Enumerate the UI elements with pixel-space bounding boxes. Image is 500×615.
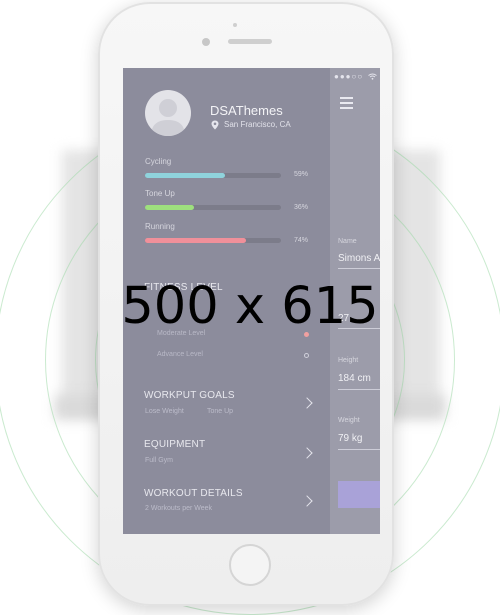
goal-lose-weight: Lose Weight [145,408,184,415]
user-name: DSAThemes [210,103,283,118]
progress-bar-cycling [145,173,281,178]
stat-label-cycling: Cycling [145,157,172,166]
user-location: San Francisco, CA [224,120,291,129]
signal-indicator: ●●●○○ [334,72,364,81]
name-field-underline [338,268,380,269]
level-option-advance[interactable]: Advance Level [157,351,203,358]
submit-button[interactable] [338,481,380,508]
weight-label: Weight [338,417,360,424]
progress-bar-running [145,238,281,243]
menu-item-workout-details[interactable]: WORKOUT DETAILS [144,488,243,499]
height-label: Height [338,357,359,364]
name-label: Name [338,238,357,245]
dimension-watermark: 500 x 615 [121,277,379,336]
stat-percent-tone-up: 36% [294,204,309,211]
progress-fill-running [145,238,246,243]
status-bar: ●●●○○ [334,72,378,81]
progress-fill-cycling [145,173,226,178]
height-field[interactable]: 184 cm [338,373,371,384]
user-icon [151,99,185,136]
weight-field[interactable]: 79 kg [338,433,362,444]
phone-speaker [228,39,272,44]
goal-tone-up: Tone Up [207,408,234,415]
equipment-value: Full Gym [145,457,173,464]
name-field[interactable]: Simons A [338,253,380,264]
menu-item-workout-goals[interactable]: WORKPUT GOALS [144,390,235,401]
level-radio-advance[interactable] [304,353,309,358]
menu-item-equipment[interactable]: EQUIPMENT [144,439,205,450]
progress-fill-tone-up [145,205,194,210]
home-button[interactable] [229,544,271,586]
avatar[interactable] [145,90,191,136]
progress-bar-tone-up [145,205,281,210]
weight-field-underline [338,449,380,450]
phone-camera [202,38,210,46]
height-field-underline [338,389,380,390]
stat-percent-running: 74% [294,237,309,244]
wifi-icon [368,73,378,81]
stat-label-running: Running [145,222,175,231]
stat-percent-cycling: 59% [294,171,309,178]
workout-details-value: 2 Workouts per Week [145,505,213,512]
location-pin-icon [211,120,219,130]
phone-sensor [233,23,237,27]
hamburger-icon[interactable] [340,97,353,112]
stat-label-tone-up: Tone Up [145,189,175,198]
